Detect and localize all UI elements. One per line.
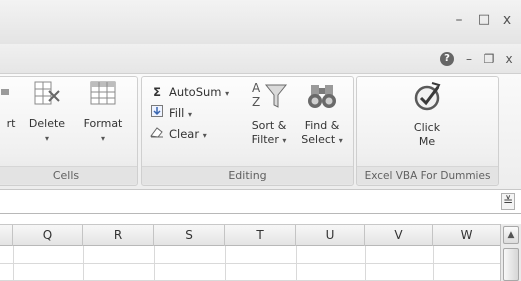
delete-cells-icon: [23, 79, 71, 113]
delete-caret: ▾: [44, 134, 49, 143]
workbook-minimize-button[interactable]: –: [460, 50, 478, 68]
insert-button[interactable]: rt: [1, 79, 21, 131]
column-header-partial[interactable]: [0, 225, 13, 247]
eraser-icon: [150, 125, 164, 143]
editing-group: Σ AutoSum ▾ Fill ▾ Clear ▾ A Z Sort & Fi…: [141, 76, 354, 186]
workbook-close-button[interactable]: x: [500, 50, 518, 68]
svg-text:A: A: [252, 81, 261, 95]
cell-grid[interactable]: [0, 246, 500, 281]
format-cells-icon: [77, 79, 129, 113]
expand-formula-bar-button[interactable]: ≚: [501, 193, 515, 210]
svg-text:Z: Z: [252, 95, 260, 109]
smiley-check-icon: [395, 81, 459, 117]
cells-group: rt Delete ▾ Format ▾ Cells: [0, 76, 138, 186]
find-select-caret: ▾: [338, 136, 343, 145]
fill-button[interactable]: Fill ▾: [150, 104, 192, 122]
column-header-s[interactable]: S: [154, 225, 225, 247]
binoculars-icon: [296, 79, 348, 115]
click-me-button[interactable]: Click Me: [395, 81, 459, 149]
column-header-row: Q R S T U V W: [0, 224, 500, 247]
vertical-scrollbar[interactable]: ▲: [500, 224, 521, 281]
excel-vba-group: Click Me Excel VBA For Dummies: [356, 76, 499, 186]
clear-button[interactable]: Clear ▾: [150, 125, 207, 143]
column-header-r[interactable]: R: [83, 225, 154, 247]
autosum-button[interactable]: Σ AutoSum ▾: [150, 83, 229, 101]
gridline: [0, 263, 500, 264]
sort-filter-icon: A Z: [246, 79, 292, 115]
column-header-u[interactable]: U: [296, 225, 365, 247]
sort-filter-button[interactable]: A Z Sort & Filter ▾: [246, 79, 292, 148]
window-close-button[interactable]: x: [496, 10, 518, 30]
editing-group-label: Editing: [142, 166, 353, 184]
scroll-up-button[interactable]: ▲: [503, 226, 519, 244]
column-header-w[interactable]: W: [433, 225, 500, 247]
window-minimize-button[interactable]: –: [448, 10, 470, 30]
fill-down-icon: [150, 104, 164, 122]
insert-label: rt: [6, 117, 16, 130]
format-button[interactable]: Format ▾: [77, 79, 129, 146]
workbook-control-row: ? – ❐ x: [0, 44, 521, 74]
format-label: Format: [83, 117, 123, 130]
column-header-q[interactable]: Q: [13, 225, 83, 247]
fill-caret: ▾: [188, 110, 193, 119]
sort-filter-label-2: Filter: [251, 133, 279, 146]
find-select-label-1: Find &: [304, 119, 340, 132]
sort-filter-caret: ▾: [282, 136, 287, 145]
column-header-t[interactable]: T: [225, 225, 296, 247]
formula-bar[interactable]: ≚: [0, 190, 521, 214]
help-button[interactable]: ?: [440, 52, 454, 66]
insert-cells-icon: [1, 79, 21, 113]
fill-label: Fill: [169, 106, 185, 120]
autosum-label: AutoSum: [169, 85, 222, 99]
delete-button[interactable]: Delete ▾: [23, 79, 71, 146]
delete-label: Delete: [28, 117, 66, 130]
title-bar: – □ x: [0, 0, 521, 44]
clear-label: Clear: [169, 127, 200, 141]
workbook-restore-button[interactable]: ❐: [480, 50, 498, 68]
format-caret: ▾: [100, 134, 105, 143]
autosum-caret: ▾: [225, 89, 230, 98]
ribbon: rt Delete ▾ Format ▾ Cells Σ AutoSum ▾ F…: [0, 74, 521, 190]
find-select-label-2: Select: [301, 133, 336, 146]
cells-group-label: Cells: [0, 166, 137, 184]
scroll-thumb[interactable]: [503, 248, 519, 281]
sigma-icon: Σ: [153, 85, 161, 99]
click-me-label-1: Click: [413, 121, 441, 134]
window-maximize-button[interactable]: □: [473, 10, 495, 30]
column-header-v[interactable]: V: [365, 225, 433, 247]
vba-group-label: Excel VBA For Dummies: [357, 166, 498, 184]
click-me-label-2: Me: [418, 135, 436, 148]
find-select-button[interactable]: Find & Select ▾: [296, 79, 348, 148]
sort-filter-label-1: Sort &: [251, 119, 287, 132]
clear-caret: ▾: [202, 131, 207, 140]
